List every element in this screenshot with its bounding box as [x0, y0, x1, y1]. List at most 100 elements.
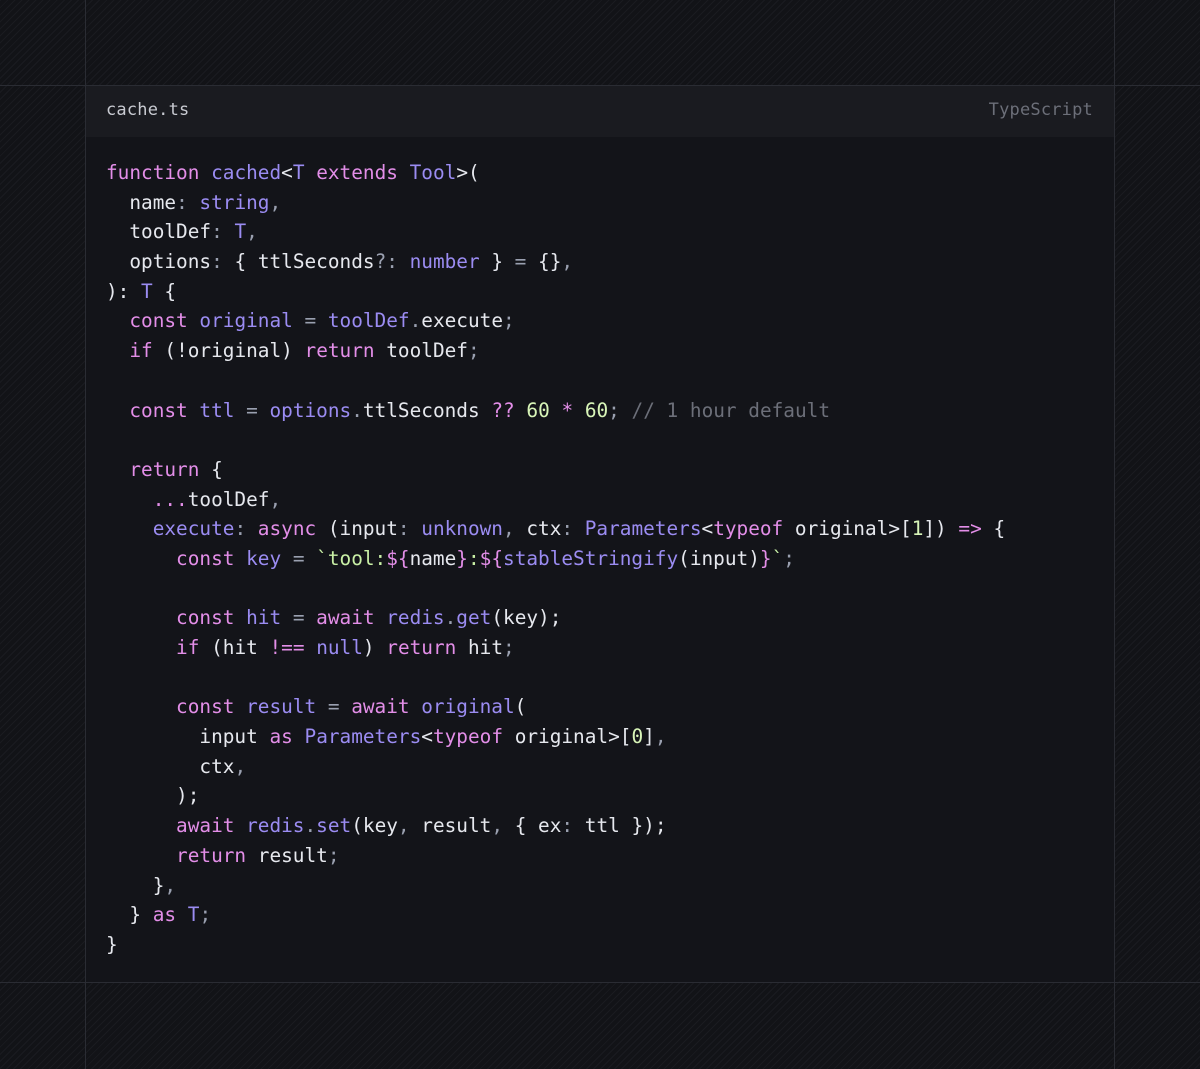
- code-token: hit: [468, 636, 504, 659]
- code-line: const original = toolDef.execute;: [106, 306, 1005, 336]
- language-label: TypeScript: [988, 100, 1093, 120]
- code-token: (: [514, 695, 527, 719]
- code-token: {: [234, 250, 258, 274]
- code-token: *: [561, 398, 574, 422]
- code-line: return result;: [106, 841, 1005, 871]
- code-token: .: [409, 309, 422, 333]
- guide-line-bottom: [0, 982, 1200, 983]
- code-header: cache.ts TypeScript: [86, 86, 1114, 137]
- code-token: ??: [491, 398, 515, 422]
- code-token: original: [421, 695, 515, 719]
- code-line: );: [106, 781, 1005, 811]
- code-token: :: [234, 517, 258, 541]
- code-token: ,: [246, 220, 258, 244]
- code-token: return: [176, 843, 247, 867]
- code-token: <: [421, 725, 433, 749]
- code-token: ;: [327, 843, 340, 867]
- code-token: =: [514, 250, 539, 274]
- code-token: key: [503, 606, 539, 630]
- code-token: const: [176, 606, 235, 630]
- code-token: :: [561, 814, 585, 838]
- code-token: ?:: [374, 250, 410, 274]
- code-token: ...: [152, 487, 188, 511]
- code-token: ): [748, 546, 760, 570]
- code-line: } as T;: [106, 900, 1005, 930]
- code-token: {: [981, 517, 1006, 541]
- code-token: (: [351, 814, 363, 838]
- code-token: ,: [491, 814, 515, 838]
- code-token: (: [199, 636, 223, 659]
- code-token: =: [281, 606, 317, 630]
- code-token: Parameters: [584, 517, 702, 541]
- code-token: return: [386, 636, 457, 659]
- code-token: key: [362, 814, 398, 838]
- code-token: const: [176, 546, 235, 570]
- code-token: set: [316, 814, 352, 838]
- code-token: function: [106, 161, 200, 184]
- code-token: number: [409, 250, 480, 274]
- code-token: {}: [538, 250, 562, 274]
- code-token: 60: [584, 398, 609, 422]
- code-token: ,: [561, 250, 574, 274]
- code-token: original: [187, 339, 282, 363]
- code-token: ,: [269, 190, 282, 214]
- code-token: extends: [316, 161, 398, 184]
- code-line: execute: async (input: unknown, ctx: Par…: [106, 514, 1005, 544]
- code-token: (!: [152, 339, 188, 363]
- code-token: get: [456, 606, 492, 630]
- code-token: (: [316, 517, 340, 541]
- code-token: original: [514, 725, 609, 749]
- code-body[interactable]: function cached<T extends Tool>( name: s…: [106, 158, 1005, 960]
- code-token: ttl: [584, 814, 620, 838]
- code-token: name: [409, 546, 457, 570]
- code-token: ttlSeconds: [362, 398, 480, 422]
- code-token: stableStringify: [503, 546, 679, 570]
- code-line: ...toolDef,: [106, 485, 1005, 515]
- code-token: const: [129, 398, 188, 422]
- code-token: if: [129, 339, 153, 363]
- code-token: }: [152, 873, 165, 897]
- code-token: result: [257, 843, 328, 867]
- code-token: T: [292, 161, 305, 184]
- code-token: input: [689, 546, 749, 570]
- code-line: const result = await original(: [106, 692, 1005, 722]
- code-token: `: [771, 546, 784, 570]
- code-token: <: [701, 517, 714, 541]
- code-token: ]): [923, 517, 959, 541]
- code-token: execute: [152, 517, 235, 541]
- code-token: ,: [654, 725, 667, 749]
- code-token: ${: [479, 546, 504, 570]
- code-token: }: [759, 546, 772, 570]
- code-token: ctx: [199, 754, 235, 778]
- code-token: as: [152, 903, 177, 927]
- code-line: return {: [106, 455, 1005, 485]
- code-token: 60: [526, 398, 550, 422]
- code-token: ${: [386, 546, 410, 570]
- code-token: ;: [199, 903, 212, 927]
- code-token: ttl: [199, 398, 235, 422]
- code-token: });: [619, 814, 667, 838]
- guide-line-right: [1114, 0, 1115, 1069]
- code-line: if (hit !== null) return hit;: [106, 633, 1005, 663]
- code-token: await: [351, 695, 410, 719]
- code-token: hit: [246, 606, 282, 630]
- code-token: ,: [503, 517, 527, 541]
- code-token: .: [351, 398, 363, 422]
